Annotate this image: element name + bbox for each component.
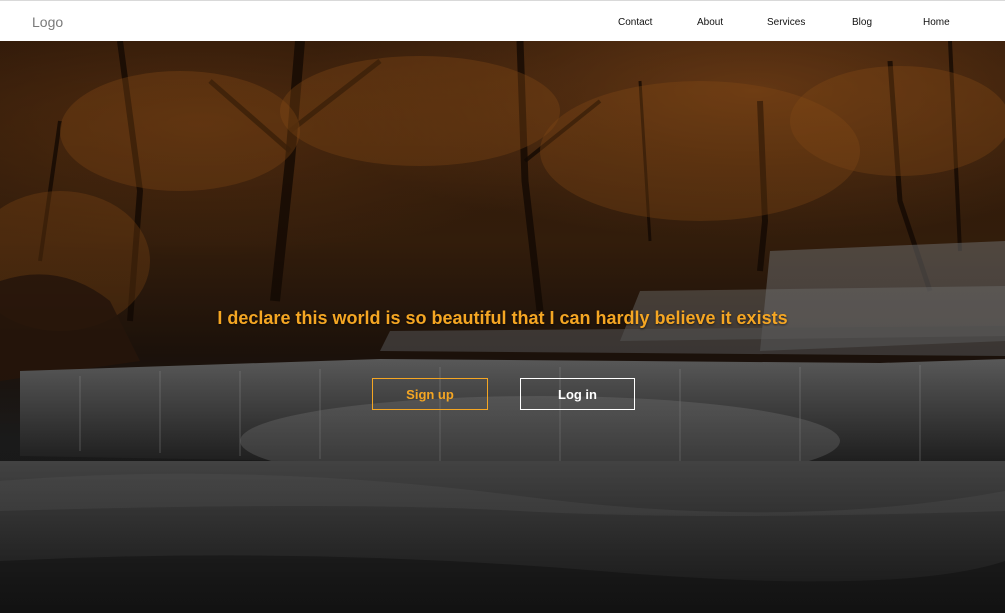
login-button[interactable]: Log in — [520, 378, 635, 410]
nav-link-about[interactable]: About — [697, 17, 723, 28]
hero-headline: I declare this world is so beautiful tha… — [217, 308, 788, 328]
logo[interactable]: Logo — [32, 14, 63, 30]
page: Logo Contact About Services Blog Home I … — [0, 0, 1005, 613]
nav-link-contact[interactable]: Contact — [618, 17, 652, 28]
nav-link-home[interactable]: Home — [923, 17, 950, 28]
nav-link-services[interactable]: Services — [767, 17, 805, 28]
navbar: Logo Contact About Services Blog Home — [0, 0, 1005, 41]
signup-button[interactable]: Sign up — [372, 378, 488, 410]
hero-section: I declare this world is so beautiful tha… — [0, 41, 1005, 613]
nav-link-blog[interactable]: Blog — [852, 17, 872, 28]
